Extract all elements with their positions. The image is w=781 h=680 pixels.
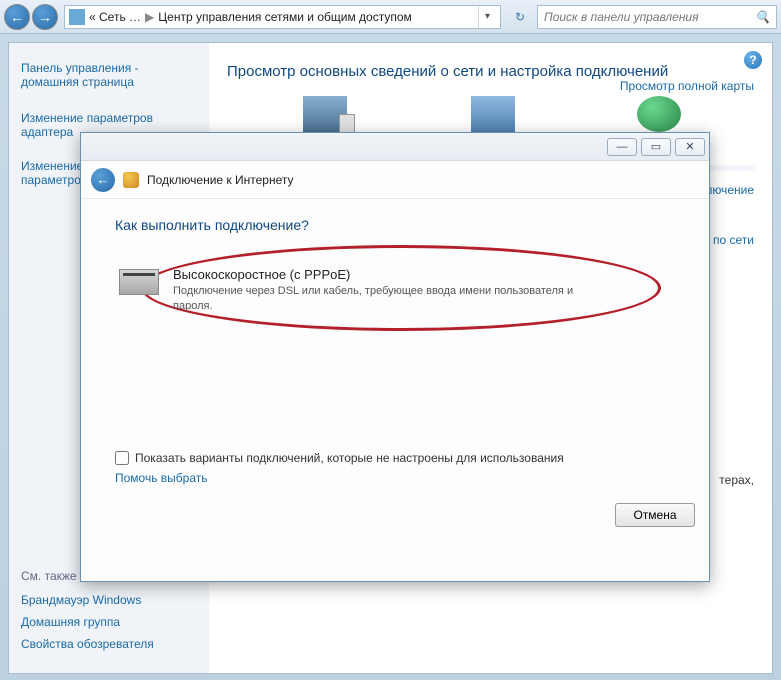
internet-globe-icon	[637, 96, 681, 132]
dialog-back-button[interactable]: ←	[91, 168, 115, 192]
search-placeholder: Поиск в панели управления	[544, 10, 699, 24]
wizard-icon	[123, 172, 139, 188]
maximize-button[interactable]: ▭	[641, 138, 671, 156]
network-icon	[69, 9, 85, 25]
modem-icon	[119, 269, 159, 295]
search-icon: 🔍	[755, 10, 770, 24]
option-pppoe[interactable]: Высокоскоростное (с PPPoE) Подключение ч…	[115, 259, 675, 322]
breadcrumb-dropdown[interactable]: ▾	[478, 6, 496, 28]
breadcrumb-prefix: « Сеть …	[89, 10, 141, 24]
close-button[interactable]: ✕	[675, 138, 705, 156]
breadcrumb-current: Центр управления сетями и общим доступом	[158, 10, 412, 24]
nav-forward-button[interactable]: →	[32, 4, 58, 30]
dialog-title: Подключение к Интернету	[147, 173, 294, 187]
sidebar-title[interactable]: Панель управления - домашняя страница	[21, 61, 197, 89]
nav-back-button[interactable]: ←	[4, 4, 30, 30]
breadcrumb[interactable]: « Сеть … ▶ Центр управления сетями и общ…	[64, 5, 501, 29]
partial-text-3: терах,	[719, 473, 754, 487]
show-unconfigured-input[interactable]	[115, 451, 129, 465]
chevron-right-icon: ▶	[141, 10, 158, 24]
search-input[interactable]: Поиск в панели управления 🔍	[537, 5, 777, 29]
refresh-button[interactable]: ↻	[509, 6, 531, 28]
option-pppoe-desc: Подключение через DSL или кабель, требую…	[173, 284, 613, 314]
help-choose-link[interactable]: Помочь выбрать	[115, 471, 675, 485]
show-unconfigured-label: Показать варианты подключений, которые н…	[135, 451, 564, 465]
show-unconfigured-checkbox[interactable]: Показать варианты подключений, которые н…	[115, 451, 675, 465]
page-title: Просмотр основных сведений о сети и наст…	[227, 63, 754, 80]
cancel-button[interactable]: Отмена	[615, 503, 695, 527]
sidebar-link-browser-props[interactable]: Свойства обозревателя	[21, 637, 154, 651]
connect-internet-dialog: — ▭ ✕ ← Подключение к Интернету Как выпо…	[80, 132, 710, 582]
network-node-icon	[471, 96, 515, 132]
view-full-map-link[interactable]: Просмотр полной карты	[620, 79, 754, 93]
sidebar-link-firewall[interactable]: Брандмауэр Windows	[21, 593, 154, 607]
dialog-question: Как выполнить подключение?	[115, 217, 675, 233]
help-icon[interactable]: ?	[744, 51, 762, 69]
option-pppoe-title: Высокоскоростное (с PPPoE)	[173, 267, 613, 282]
desktop-icon	[303, 96, 347, 132]
sidebar-link-homegroup[interactable]: Домашняя группа	[21, 615, 154, 629]
minimize-button[interactable]: —	[607, 138, 637, 156]
